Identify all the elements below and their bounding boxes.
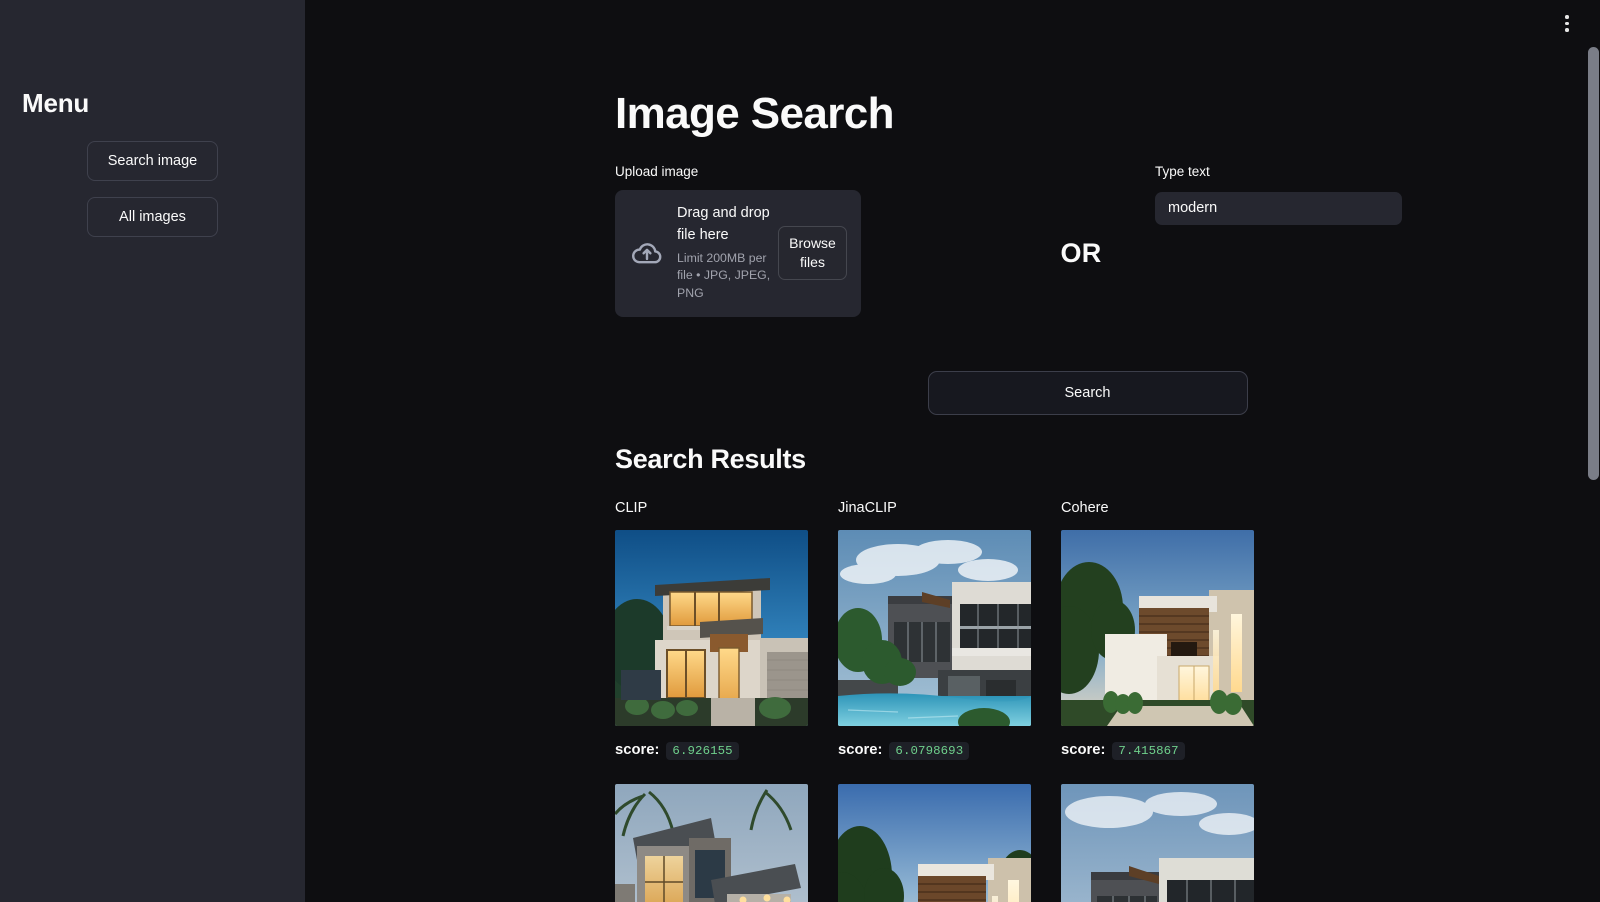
- score-value: 6.0798693: [889, 742, 970, 761]
- dropzone-limit: Limit 200MB per file • JPG, JPEG, PNG: [677, 250, 771, 301]
- or-label: OR: [1060, 238, 1102, 269]
- score-row-jinaclip-1: score: 6.0798693: [838, 742, 1031, 761]
- sidebar-item-label: Search image: [107, 152, 198, 169]
- result-image-cohere-1[interactable]: [1061, 530, 1254, 727]
- search-button-wrapper: Search: [615, 370, 1560, 415]
- page-scrollbar[interactable]: [1587, 0, 1600, 902]
- text-query-column: Type text: [1155, 162, 1560, 225]
- file-dropzone[interactable]: Drag and drop file here Limit 200MB per …: [615, 189, 861, 317]
- score-label: score:: [1061, 742, 1106, 759]
- sidebar-item-label: All images: [119, 208, 186, 225]
- upload-column: Upload image Drag and drop file here Lim…: [615, 162, 1007, 317]
- kebab-menu-icon[interactable]: [1556, 9, 1578, 39]
- sidebar-title: Menu: [22, 88, 90, 118]
- score-row-cohere-1: score: 7.415867: [1061, 742, 1254, 761]
- scrollbar-thumb[interactable]: [1588, 47, 1599, 480]
- page-body: Image Search Upload image Drag and drop …: [305, 47, 1600, 902]
- score-label: score:: [838, 742, 883, 759]
- kebab-dot: [1565, 15, 1569, 19]
- score-label: score:: [615, 742, 660, 759]
- type-text-label: Type text: [1155, 164, 1210, 180]
- score-row-clip-1: score: 6.926155: [615, 742, 808, 761]
- result-image-cohere-2[interactable]: [1061, 784, 1254, 902]
- result-image-jinaclip-1[interactable]: [838, 530, 1031, 727]
- result-image-jinaclip-2[interactable]: [838, 784, 1031, 902]
- kebab-dot: [1565, 21, 1569, 26]
- query-input-row: Upload image Drag and drop file here Lim…: [615, 162, 1560, 317]
- kebab-dot: [1565, 28, 1569, 32]
- sidebar: Menu Search image All images: [0, 0, 305, 902]
- search-results-title: Search Results: [615, 443, 806, 474]
- results-grid: CLIP JinaCLIP Cohere score: 6.926155 sco…: [615, 498, 1600, 902]
- result-image-clip-2[interactable]: [615, 784, 808, 902]
- result-image-clip-1[interactable]: [615, 530, 808, 727]
- results-column-header-jinaclip: JinaCLIP: [838, 499, 897, 516]
- dropzone-text: Drag and drop file here Limit 200MB per …: [677, 203, 772, 303]
- score-value: 7.415867: [1112, 742, 1185, 761]
- results-column-header-cohere: Cohere: [1061, 499, 1109, 516]
- score-value: 6.926155: [666, 742, 739, 761]
- upload-image-label: Upload image: [615, 164, 699, 180]
- page-title: Image Search: [615, 89, 895, 138]
- app-root: Menu Search image All images Image Searc…: [0, 0, 1600, 902]
- sidebar-item-all-images[interactable]: All images: [87, 197, 218, 237]
- browse-files-button[interactable]: Browse files: [778, 226, 847, 281]
- dropzone-body: Drag and drop file here Limit 200MB per …: [677, 203, 847, 303]
- search-button[interactable]: Search: [927, 370, 1248, 415]
- sidebar-item-search-image[interactable]: Search image: [87, 141, 218, 181]
- main-content: Image Search Upload image Drag and drop …: [305, 0, 1600, 902]
- sidebar-nav: Search image All images: [0, 141, 305, 237]
- top-bar: [305, 0, 1600, 47]
- or-separator: OR: [1007, 162, 1155, 269]
- cloud-upload-icon: [628, 234, 666, 272]
- dropzone-headline: Drag and drop file here: [677, 205, 770, 243]
- results-column-header-clip: CLIP: [615, 499, 648, 516]
- text-query-input[interactable]: [1155, 191, 1402, 225]
